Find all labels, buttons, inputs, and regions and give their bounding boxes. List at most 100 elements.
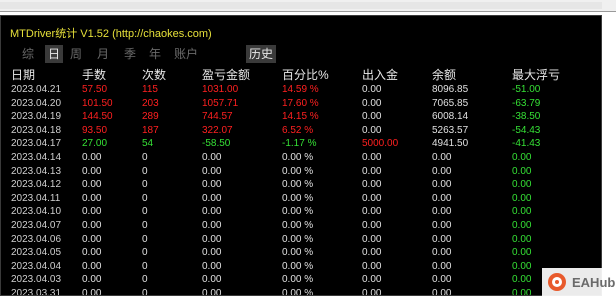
cell-pnl: 0.00	[202, 179, 222, 191]
cell-balance: 0.00	[432, 233, 452, 245]
table-row: 2023.03.31 0.00 0 0.00 0.00 % 0.00 0.00 0.00	[1, 287, 601, 296]
cell-date: 2023.04.04	[11, 260, 62, 272]
cell-pct: 0.00 %	[282, 206, 314, 218]
cell-count: 0	[142, 165, 148, 177]
cell-balance: 0.00	[432, 287, 452, 296]
cell-deposit: 5000.00	[362, 138, 399, 150]
cell-date: 2023.03.31	[11, 287, 62, 296]
cell-balance: 0.00	[432, 151, 452, 163]
cell-count: 203	[142, 97, 159, 109]
cell-pnl: -58.50	[202, 138, 231, 150]
cell-drawdown: -51.00	[512, 84, 541, 95]
cell-count: 289	[142, 111, 159, 123]
cell-date: 2023.04.19	[11, 111, 62, 123]
table-row: 2023.04.13 0.00 0 0.00 0.00 % 0.00 0.00 0.00	[1, 165, 601, 179]
cell-deposit: 0.00	[362, 111, 382, 123]
cell-balance: 0.00	[432, 165, 452, 177]
cell-balance: 0.00	[432, 192, 452, 204]
cell-pnl: 0.00	[202, 287, 222, 296]
tab-month[interactable]: 月	[94, 45, 112, 63]
cell-drawdown: 0.00	[512, 274, 532, 286]
cell-pnl: 0.00	[202, 219, 222, 231]
cell-lots: 27.00	[82, 138, 108, 150]
col-count: 次数	[142, 68, 167, 82]
cell-deposit: 0.00	[362, 179, 382, 191]
tab-history[interactable]: 历史	[246, 45, 276, 63]
cell-pct: 0.00 %	[282, 247, 314, 259]
cell-pct: 0.00 %	[282, 274, 314, 286]
cell-pct: 14.59 %	[282, 84, 319, 95]
cell-drawdown: -38.50	[512, 111, 541, 123]
tab-week[interactable]: 周	[67, 45, 85, 63]
cell-balance: 8096.85	[432, 84, 469, 95]
cell-count: 0	[142, 260, 148, 272]
cell-date: 2023.04.12	[11, 179, 62, 191]
cell-pnl: 0.00	[202, 192, 222, 204]
cell-lots: 57.50	[82, 84, 108, 95]
cell-lots: 0.00	[82, 206, 102, 218]
cell-deposit: 0.00	[362, 274, 382, 286]
cell-pnl: 744.57	[202, 111, 233, 123]
cell-pct: 6.52 %	[282, 124, 314, 136]
cell-deposit: 0.00	[362, 247, 382, 259]
cell-lots: 0.00	[82, 247, 102, 259]
cell-count: 187	[142, 124, 159, 136]
watermark-text: EAHub	[572, 274, 616, 290]
table-row: 2023.04.05 0.00 0 0.00 0.00 % 0.00 0.00 0.00	[1, 246, 601, 260]
cell-pct: 14.15 %	[282, 111, 319, 123]
cell-count: 115	[142, 84, 158, 95]
cell-count: 0	[142, 192, 148, 204]
cell-lots: 0.00	[82, 179, 102, 191]
eahub-watermark: EAHub	[542, 268, 616, 296]
cell-balance: 5263.57	[432, 124, 469, 136]
cell-date: 2023.04.07	[11, 219, 62, 231]
cell-drawdown: 0.00	[512, 179, 532, 191]
cell-pnl: 0.00	[202, 206, 222, 218]
cell-count: 0	[142, 206, 148, 218]
cell-date: 2023.04.03	[11, 274, 62, 286]
col-lots: 手数	[82, 68, 107, 82]
cell-drawdown: -63.79	[512, 97, 541, 109]
cell-count: 0	[142, 151, 148, 163]
cell-date: 2023.04.11	[11, 192, 61, 204]
cell-drawdown: 0.00	[512, 219, 532, 231]
table-row: 2023.04.10 0.00 0 0.00 0.00 % 0.00 0.00 0.00	[1, 205, 601, 219]
tab-day[interactable]: 日	[45, 45, 63, 63]
cell-drawdown: 0.00	[512, 206, 532, 218]
panel-title: MTDriver统计 V1.52 (http://chaokes.com)	[10, 28, 212, 40]
cell-pct: 0.00 %	[282, 179, 314, 191]
cell-balance: 0.00	[432, 260, 452, 272]
tab-year[interactable]: 年	[146, 45, 164, 63]
cell-balance: 0.00	[432, 179, 452, 191]
cell-deposit: 0.00	[362, 97, 382, 109]
cell-count: 0	[142, 274, 148, 286]
cell-balance: 6008.14	[432, 111, 469, 123]
table-row: 2023.04.11 0.00 0 0.00 0.00 % 0.00 0.00 0.00	[1, 192, 601, 206]
col-balance: 余额	[432, 68, 457, 82]
cell-deposit: 0.00	[362, 260, 382, 272]
cell-pnl: 0.00	[202, 151, 222, 163]
cell-deposit: 0.00	[362, 84, 382, 95]
table-row: 2023.04.18 93.50 187 322.07 6.52 % 0.00 5263.5…	[1, 124, 601, 138]
tab-quarter[interactable]: 季	[121, 45, 139, 63]
cell-pct: 0.00 %	[282, 192, 314, 204]
eahub-logo-icon	[548, 273, 566, 291]
cell-pct: 0.00 %	[282, 260, 314, 272]
cell-date: 2023.04.13	[11, 165, 62, 177]
cell-drawdown: -54.43	[512, 124, 541, 136]
cell-date: 2023.04.14	[11, 151, 62, 163]
tab-account[interactable]: 账户	[171, 45, 201, 63]
cell-pnl: 0.00	[202, 233, 222, 245]
cell-balance: 7065.85	[432, 97, 469, 109]
cell-pnl: 1057.71	[202, 97, 239, 109]
cell-deposit: 0.00	[362, 192, 382, 204]
cell-pnl: 0.00	[202, 274, 222, 286]
cell-pct: 0.00 %	[282, 165, 314, 177]
cell-drawdown: 0.00	[512, 233, 532, 245]
tab-summary[interactable]: 综	[19, 45, 37, 63]
cell-drawdown: 0.00	[512, 151, 532, 163]
table-header: 日期 手数 次数 盈亏金额 百分比% 出入金 余额 最大浮亏	[1, 66, 601, 82]
cell-pct: 0.00 %	[282, 233, 314, 245]
cell-pct: 0.00 %	[282, 151, 314, 163]
cell-pnl: 0.00	[202, 247, 222, 259]
